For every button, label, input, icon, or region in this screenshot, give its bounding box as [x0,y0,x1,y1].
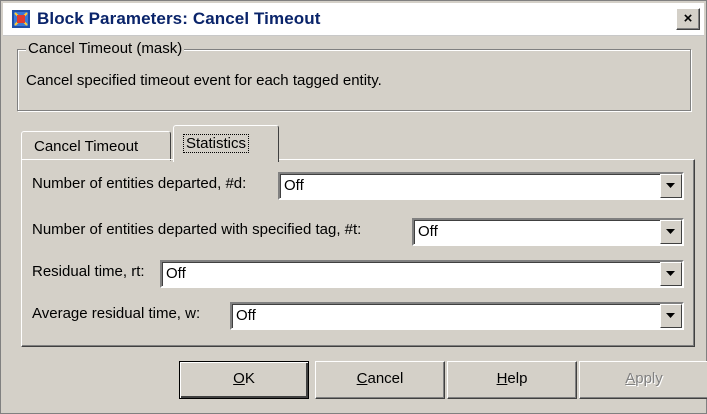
param-row-avg-residual: Average residual time, w: Off [32,302,684,330]
param-value-departed: Off [284,177,304,194]
param-row-departed-tag: Number of entities departed with specifi… [32,218,684,246]
param-select-avg-residual[interactable]: Off [230,302,684,330]
ok-button[interactable]: OK [179,361,309,399]
param-label-residual: Residual time, rt: [32,263,145,280]
statistics-panel: Number of entities departed, #d: Off Num… [21,159,695,347]
title-bar[interactable]: Block Parameters: Cancel Timeout × [3,3,704,36]
cancel-button[interactable]: Cancel [315,361,445,399]
tab-cancel-timeout-label: Cancel Timeout [34,138,139,155]
chevron-down-icon[interactable] [660,220,682,244]
param-row-departed: Number of entities departed, #d: Off [32,172,684,200]
ok-mnemonic: O [233,370,245,387]
tab-statistics[interactable]: Statistics [173,125,279,162]
param-label-departed-tag: Number of entities departed with specifi… [32,221,362,238]
param-value-departed-tag: Off [418,223,438,240]
param-value-avg-residual: Off [236,307,256,324]
block-parameters-dialog: Block Parameters: Cancel Timeout × Cance… [0,0,707,414]
close-icon: × [683,10,693,27]
param-label-departed: Number of entities departed, #d: [32,175,247,192]
cancel-mnemonic: C [356,370,368,387]
simulink-block-icon [11,9,31,29]
chevron-down-icon[interactable] [660,174,682,198]
param-row-residual: Residual time, rt: Off [32,260,684,288]
tab-statistics-label: Statistics [182,134,250,153]
close-button[interactable]: × [676,8,700,30]
apply-mnemonic: A [625,370,636,387]
chevron-down-icon[interactable] [660,262,682,286]
help-label-rest: elp [507,370,528,387]
cancel-label-rest: ancel [367,370,404,387]
apply-label-rest: pply [635,370,663,387]
chevron-down-icon[interactable] [660,304,682,328]
help-mnemonic: H [496,370,508,387]
mask-description: Cancel specified timeout event for each … [26,72,382,89]
param-value-residual: Off [166,265,186,282]
tab-cancel-timeout[interactable]: Cancel Timeout [21,131,171,161]
param-select-departed-tag[interactable]: Off [412,218,684,246]
help-button[interactable]: Help [447,361,577,399]
apply-button[interactable]: Apply [579,361,707,399]
mask-group-label: Cancel Timeout (mask) [26,40,185,57]
mask-group: Cancel Timeout (mask) Cancel specified t… [17,40,691,111]
dialog-title: Block Parameters: Cancel Timeout [37,9,321,28]
param-select-residual[interactable]: Off [160,260,684,288]
ok-label-rest: K [244,370,255,387]
param-select-departed[interactable]: Off [278,172,684,200]
param-label-avg-residual: Average residual time, w: [32,305,201,322]
